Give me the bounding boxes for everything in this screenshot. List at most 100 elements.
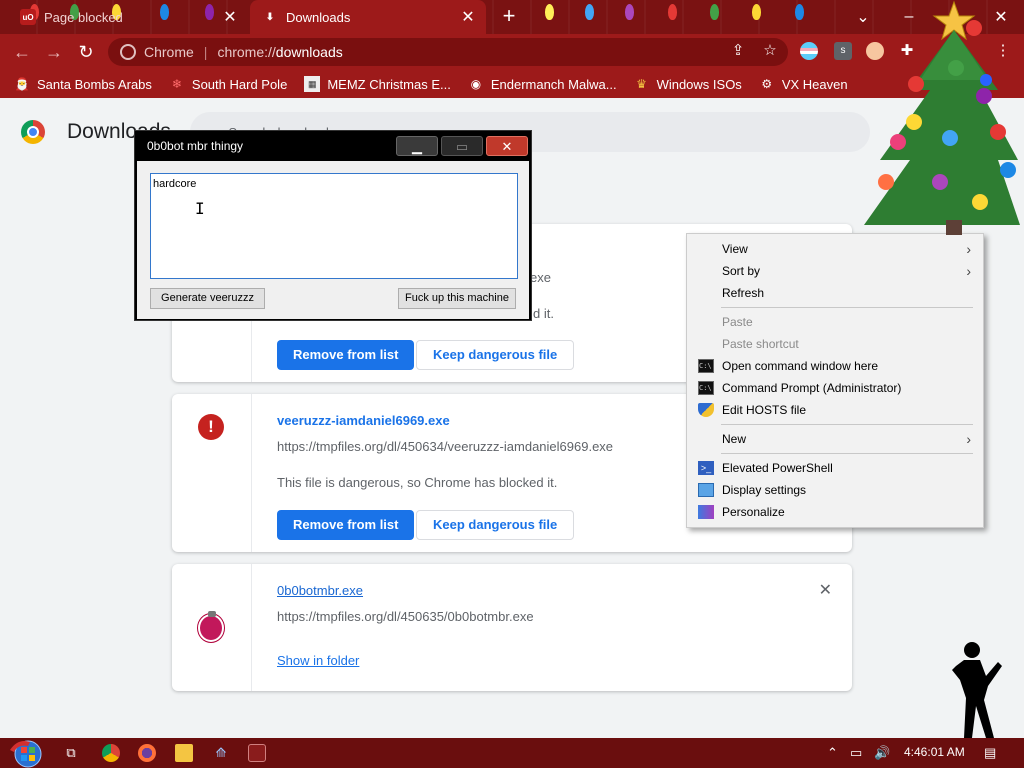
bookmark-item[interactable]: ♛ Windows ISOs <box>634 76 742 92</box>
destroy-machine-button[interactable]: Fuck up this machine <box>398 288 516 309</box>
share-icon[interactable]: ⇪ <box>729 42 747 60</box>
extension-flag-icon[interactable] <box>800 42 818 60</box>
bookmark-item[interactable]: ▦ MEMZ Christmas E... <box>304 76 451 92</box>
new-tab-button[interactable]: + <box>498 5 520 28</box>
tab-page-blocked[interactable]: uO Page blocked ✕ <box>8 0 248 34</box>
firefox-taskbar-icon[interactable] <box>138 744 156 762</box>
download-filename[interactable]: veeruzzz-iamdaniel6969.exe <box>277 413 450 428</box>
menu-item-display-settings[interactable]: Display settings <box>687 479 983 501</box>
menu-item-refresh[interactable]: Refresh <box>687 282 983 304</box>
url-scheme: chrome:// <box>217 44 276 60</box>
menu-item-label: Sort by <box>722 264 761 278</box>
dialog-minimize-button[interactable]: ▁ <box>396 136 438 156</box>
download-status: This file is dangerous, so Chrome has bl… <box>277 475 558 490</box>
site-name: Chrome <box>144 44 194 60</box>
chrome-site-icon <box>120 44 136 60</box>
close-tab-icon[interactable]: ✕ <box>220 7 240 27</box>
bookmark-label: Santa Bombs Arabs <box>37 76 152 92</box>
menu-item-label: View <box>722 242 748 256</box>
vx-icon: ⚙ <box>761 77 773 91</box>
dialog-maximize-button[interactable]: ▭ <box>441 136 483 156</box>
menu-item-label: Display settings <box>722 483 807 497</box>
chevron-right-icon: › <box>966 263 971 279</box>
remove-download-icon[interactable]: ✕ <box>819 580 832 600</box>
bookmark-label: Windows ISOs <box>656 76 742 92</box>
mbr-dialog-window: 0b0bot mbr thingy ▁ ▭ ✕ hardcore I Gener… <box>134 130 532 321</box>
card-icon-column: ! <box>172 394 252 552</box>
generate-button[interactable]: Generate veeruzzz <box>150 288 265 309</box>
bookmark-item[interactable]: ❄ South Hard Pole <box>169 76 287 92</box>
tray-overflow-chevron-icon[interactable]: ⌃ <box>827 745 838 761</box>
menu-separator <box>721 424 973 425</box>
light-decoration <box>585 4 594 20</box>
menu-item-sort-by[interactable]: Sort by › <box>687 260 983 282</box>
close-tab-icon[interactable]: ✕ <box>458 7 478 27</box>
chrome-taskbar-icon[interactable] <box>102 744 120 762</box>
download-url: https://tmpfiles.org/dl/450635/0b0botmbr… <box>277 609 534 624</box>
address-bar[interactable]: Chrome | chrome://downloads <box>108 38 788 66</box>
christmas-tree-icon <box>864 0 1020 235</box>
bookmark-item[interactable]: 🎅 Santa Bombs Arabs <box>14 76 152 92</box>
network-icon[interactable]: ▭ <box>850 745 862 761</box>
back-icon[interactable]: ← <box>10 40 34 64</box>
light-decoration <box>752 4 761 20</box>
menu-item-label: Paste shortcut <box>722 337 799 351</box>
notifications-icon[interactable]: ▤ <box>984 745 996 761</box>
menu-item-command-prompt-admin[interactable]: C:\ Command Prompt (Administrator) <box>687 377 983 399</box>
memz-icon: ▦ <box>304 76 321 92</box>
menu-item-personalize[interactable]: Personalize <box>687 501 983 523</box>
forward-icon[interactable]: → <box>42 40 66 64</box>
display-icon <box>698 483 714 497</box>
download-icon: ⬇ <box>265 11 275 23</box>
menu-item-paste: Paste <box>687 311 983 333</box>
menu-item-new[interactable]: New › <box>687 428 983 450</box>
light-decoration <box>625 4 634 20</box>
taskbar: ⧉ ⟰ ⌃ ▭ 🔊 4:46:01 AM ▤ <box>0 738 1024 768</box>
personalize-icon <box>698 505 714 519</box>
menu-item-label: Refresh <box>722 286 765 300</box>
snowflake-icon: ❄ <box>171 77 182 91</box>
download-card: 0b0botmbr.exe https://tmpfiles.org/dl/45… <box>172 564 852 691</box>
download-filename-link[interactable]: 0b0botmbr.exe <box>277 583 363 598</box>
ornament-app-taskbar-icon[interactable] <box>248 744 266 762</box>
chrome-logo-icon <box>21 120 45 144</box>
menu-item-edit-hosts[interactable]: Edit HOSTS file <box>687 399 983 421</box>
menu-item-open-command-window[interactable]: C:\ Open command window here <box>687 355 983 377</box>
menu-item-label: New <box>722 432 747 446</box>
chevron-right-icon: › <box>966 431 971 447</box>
volume-icon[interactable]: 🔊 <box>874 745 890 761</box>
divider: | <box>203 44 208 60</box>
bookmark-item[interactable]: ⚙ VX Heaven <box>759 76 848 92</box>
tab-downloads[interactable]: ⬇ Downloads ✕ <box>250 0 486 34</box>
download-url: https://tmpfiles.org/dl/450634/veeruzzz-… <box>277 439 614 454</box>
remove-from-list-button[interactable]: Remove from list <box>277 510 415 540</box>
bookmark-star-icon[interactable]: ☆ <box>761 42 779 60</box>
bookmark-label: MEMZ Christmas E... <box>327 76 451 92</box>
keep-dangerous-file-button[interactable]: Keep dangerous file <box>416 510 575 540</box>
start-button-icon[interactable] <box>6 738 46 768</box>
card-icon-column <box>172 564 252 691</box>
light-decoration <box>710 4 719 20</box>
dialog-close-button[interactable]: ✕ <box>486 136 528 156</box>
menu-item-label: Command Prompt (Administrator) <box>722 381 902 395</box>
tab-label: Page blocked <box>44 9 123 25</box>
taskbar-clock[interactable]: 4:46:01 AM <box>904 745 965 759</box>
file-explorer-icon[interactable] <box>175 744 193 762</box>
menu-separator <box>721 307 973 308</box>
show-in-folder-link[interactable]: Show in folder <box>277 653 359 668</box>
menu-item-label: Personalize <box>722 505 785 519</box>
menu-item-label: Paste <box>722 315 753 329</box>
menu-item-elevated-powershell[interactable]: >_ Elevated PowerShell <box>687 457 983 479</box>
light-decoration <box>668 4 677 20</box>
bookmark-label: VX Heaven <box>781 76 848 92</box>
extension-s-icon[interactable]: s <box>834 42 852 60</box>
reload-icon[interactable]: ↻ <box>74 40 98 64</box>
keep-dangerous-file-button[interactable]: Keep dangerous file <box>416 340 575 370</box>
installer-taskbar-icon[interactable]: ⟰ <box>212 744 230 762</box>
menu-item-view[interactable]: View › <box>687 238 983 260</box>
remove-from-list-button[interactable]: Remove from list <box>277 340 415 370</box>
dialog-textarea[interactable]: hardcore <box>150 173 518 279</box>
task-view-icon[interactable]: ⧉ <box>62 744 80 762</box>
bookmark-item[interactable]: ◉ Endermanch Malwa... <box>468 76 617 92</box>
bookmark-label: South Hard Pole <box>191 76 288 92</box>
